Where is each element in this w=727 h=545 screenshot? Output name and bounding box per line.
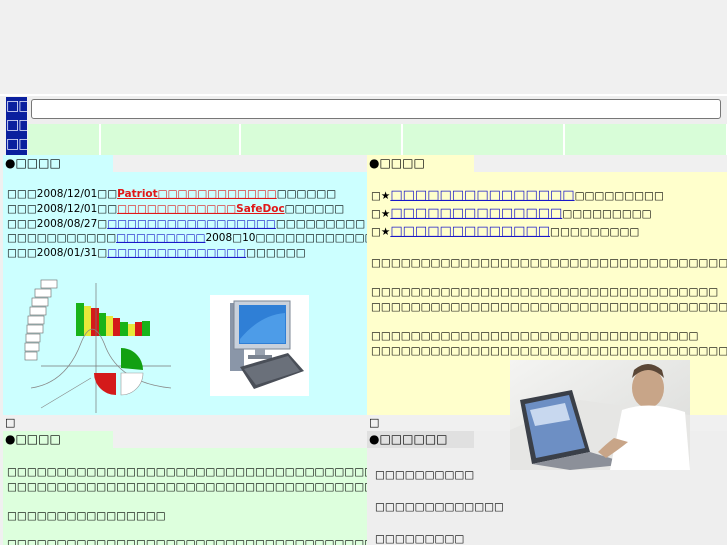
service-text: □□□□□□□□□□□□□□□□□□□□□□□□□□□□□□□□□□□ (371, 286, 719, 298)
news-suffix: 2008□10□□□□□□□□□□□□ (205, 232, 367, 244)
service-item: □★□□□□□□□□□□□□□□□□□□□□□□□□ (371, 189, 664, 203)
search-bar (28, 96, 727, 124)
news-panel: ●□□□□ □□□2008/12/01□□Patriot□□□□□□□□□□□□… (3, 155, 367, 415)
news-heading-gap (113, 155, 367, 172)
service-desc: □□□□□□□□□ (574, 190, 664, 202)
news-item: □□□2008/08/27□□□□□□□□□□□□□□□□□□□□□□□□□□□ (7, 218, 365, 231)
news-date: □□□2008/01/31□ (7, 247, 108, 259)
news-suffix: □□□□□□ (246, 247, 306, 259)
inquiry-heading: ●□□□□□□ (367, 431, 474, 448)
service-text: □□□□□□□□□□□□□□□□□□□□□□□□□□□□□□□□□ (371, 330, 699, 342)
news-link[interactable]: □□□□□□□□□□□□SafeDoc (117, 203, 285, 215)
news-date: □□□□□□□□□□□ (7, 232, 117, 244)
service-text: □□□□□□□□□□□□□□□□□□□□□□□□□□□□□□□□□□□□□□□□… (371, 345, 727, 357)
computer-illustration (210, 295, 309, 396)
news-suffix: □□□□□□ (284, 203, 345, 215)
news-link[interactable]: □□□□□□□□□□□□□□ (107, 247, 246, 259)
search-input[interactable] (31, 99, 721, 119)
inquiry-link[interactable]: □□□□□□□□□□□□□ (375, 500, 504, 515)
service-link[interactable]: □□□□□□□□□□□□□□ (390, 206, 562, 221)
star-icon: □★ (371, 226, 391, 238)
news-date: □□□2008/08/27□ (7, 218, 108, 230)
news-date: □□□2008/12/01□□ (7, 188, 118, 200)
process-diagram-illustration (24, 279, 172, 413)
company-text: □□□□□□□□□□□□□□□□□□□□□□□□□□□□□□□□□□□□□□□□… (7, 481, 367, 493)
service-text: □□□□□□□□□□□□□□□□□□□□□□□□□□□□□□□□□□□□□□□□… (371, 257, 727, 269)
inquiry-link[interactable]: □□□□□□□□□ (375, 532, 464, 545)
company-heading: ●□□□□ (3, 431, 113, 448)
service-text: □□□□□□□□□□□□□□□□□□□□□□□□□□□□□□□□□□□□□□□□… (371, 301, 727, 313)
news-item: □□□2008/12/01□□□□□□□□□□□□□□SafeDoc□□□□□□ (7, 203, 344, 216)
company-panel: ●□□□□ □□□□□□□□□□□□□□□□□□□□□□□□□□□□□□□□□□… (3, 431, 367, 545)
logo-glyph-row: □□ (6, 136, 27, 152)
news-link[interactable]: □□□□□□□□□□□□□□□□□ (107, 218, 276, 230)
news-heading: ●□□□□ (3, 155, 113, 172)
service-item: □★□□□□□□□□□□□□□□□□□□□□□□ (371, 225, 639, 239)
news-date: □□□2008/12/01□□ (7, 203, 118, 215)
news-item: □□□□□□□□□□□□□□□□□□□□2008□10□□□□□□□□□□□□ (7, 232, 367, 245)
service-link[interactable]: □□□□□□□□□□□□□ (390, 224, 550, 239)
news-item: □□□2008/12/01□□Patriot□□□□□□□□□□□□□□□□□□ (7, 188, 336, 201)
service-heading-gap (474, 155, 727, 172)
company-text: □□□□□□□□□□□□□□□□□□□□□□□□□□□□□□□□□□□□□□□□… (7, 466, 367, 478)
service-desc: □□□□□□□□□ (550, 226, 640, 238)
inquiry-link[interactable]: □□□□□□□□□□ (375, 468, 474, 483)
news-suffix: □□□□□□ (276, 188, 337, 200)
top-banner-area (0, 0, 727, 94)
laptop-user-photo (510, 360, 690, 470)
news-spacer: □ (3, 415, 367, 431)
news-link[interactable]: Patriot□□□□□□□□□□□□ (117, 188, 277, 200)
service-item: □★□□□□□□□□□□□□□□□□□□□□□□□ (371, 207, 652, 221)
service-link[interactable]: □□□□□□□□□□□□□□□ (390, 188, 574, 203)
star-icon: □★ (371, 208, 391, 220)
spacer-glyph: □ (369, 416, 380, 429)
service-heading: ●□□□□ (367, 155, 474, 172)
logo-glyph-row: □□ (6, 98, 27, 114)
star-icon: □★ (371, 190, 391, 202)
service-desc: □□□□□□□□□ (562, 208, 652, 220)
site-logo[interactable]: □□ □□ □□ (6, 97, 27, 155)
company-text: □□□□□□□□□□□□□□□□ (7, 510, 166, 522)
logo-glyph-row: □□ (6, 117, 27, 133)
spacer-glyph: □ (5, 416, 16, 429)
news-link[interactable]: □□□□□□□□□ (116, 232, 205, 244)
news-item: □□□2008/01/31□□□□□□□□□□□□□□□□□□□□□ (7, 247, 306, 260)
news-suffix: □□□□□□□□□ (275, 218, 366, 230)
company-heading-gap (113, 431, 367, 448)
company-text: □□□□□□□□□□□□□□□□□□□□□□□□□□□□□□□□□□□□□ (7, 538, 367, 545)
